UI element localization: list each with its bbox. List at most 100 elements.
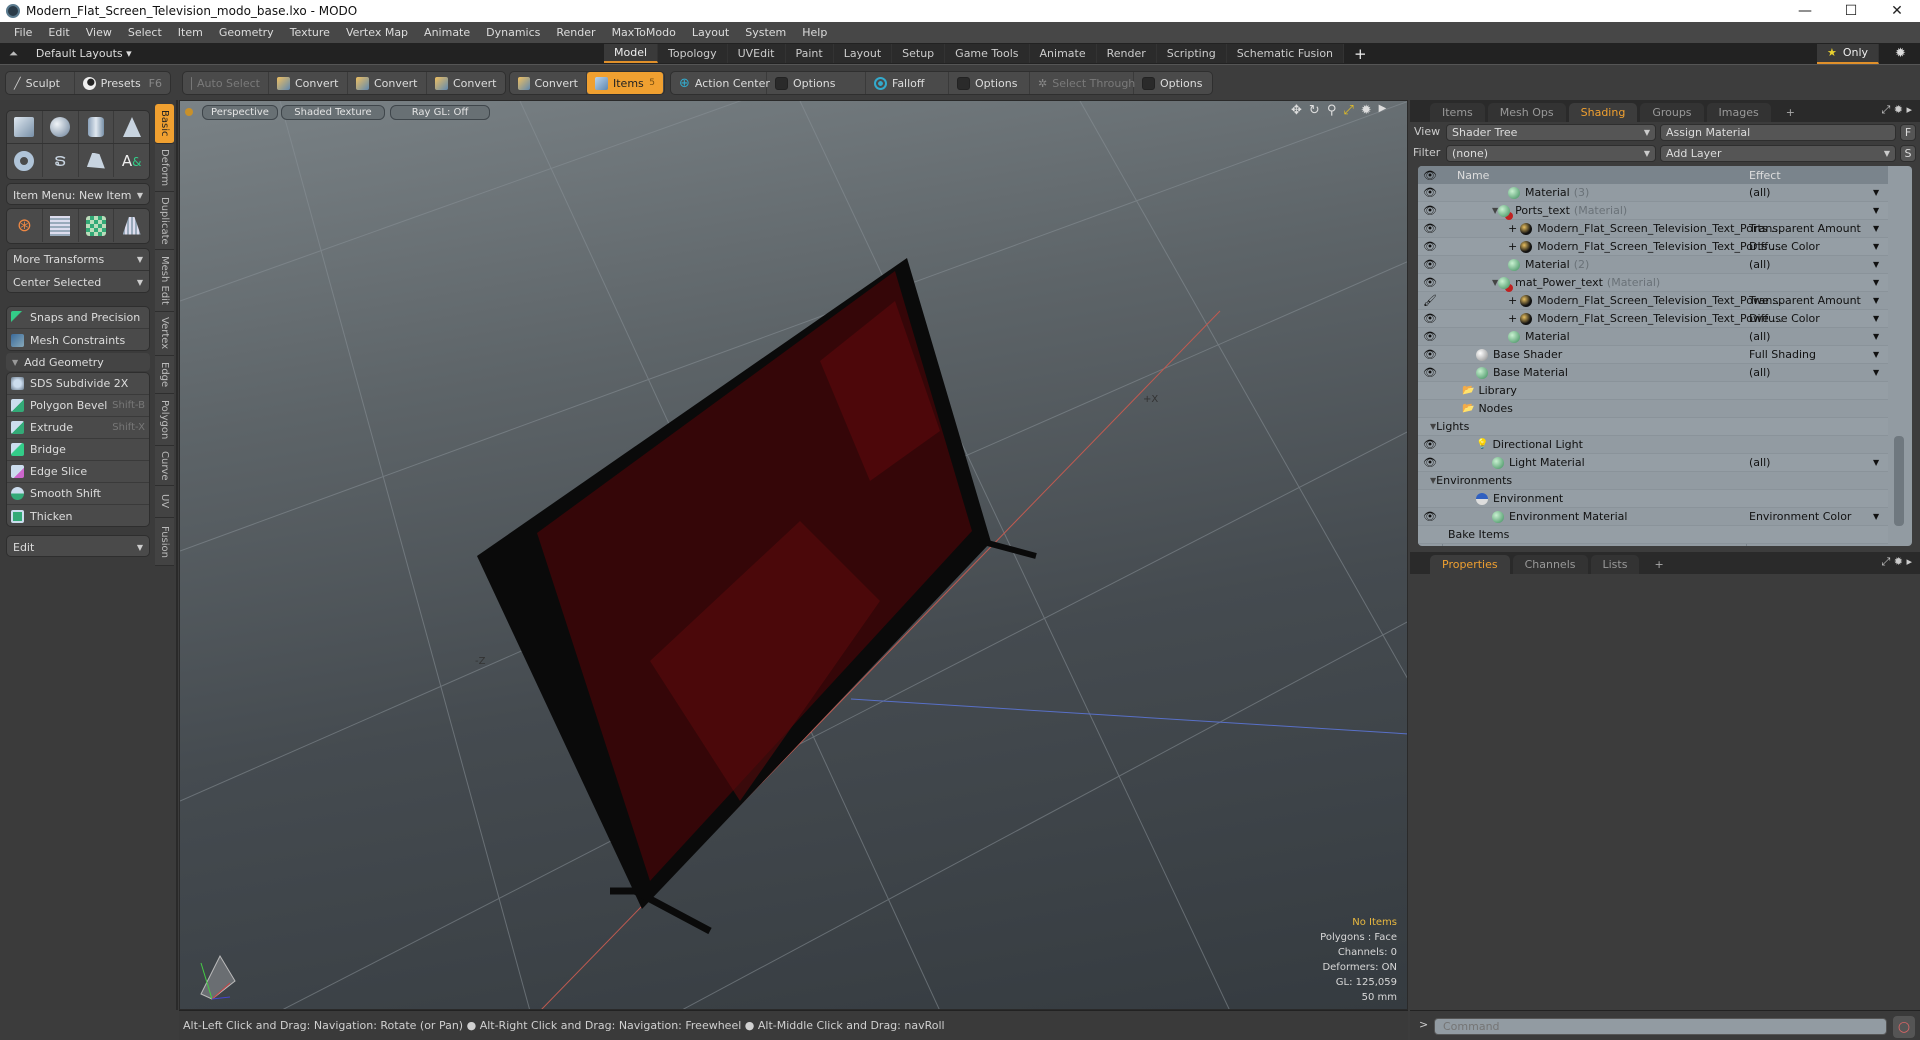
vtab-vertex[interactable]: Vertex [155,312,174,356]
gear-icon[interactable]: ✹ [1895,46,1906,61]
effect-dropdown-icon[interactable]: ▼ [1873,332,1879,341]
view-dropdown[interactable]: Shader Tree ▼ [1446,124,1656,141]
visibility-eye-icon[interactable]: 👁 [1418,348,1442,361]
menu-texture[interactable]: Texture [282,26,338,39]
sculpt-button[interactable]: ╱ Sculpt [6,72,75,94]
tree-item-effect[interactable]: Environment Color [1749,510,1851,523]
visibility-eye-icon[interactable]: 👁 [1418,456,1442,469]
tool-sds-subdivide[interactable]: SDS Subdivide 2X [7,373,149,395]
tab-properties[interactable]: Properties [1430,555,1510,574]
sphere-primitive-button[interactable] [43,111,79,143]
paint-brush-icon[interactable]: 🖌 [1418,294,1442,307]
menu-edit[interactable]: Edit [40,26,77,39]
cone-primitive-button[interactable] [114,111,149,143]
menu-dynamics[interactable]: Dynamics [478,26,548,39]
tree-row[interactable]: 👁 Material (3) (all) ▼ [1418,184,1888,202]
menu-system[interactable]: System [737,26,794,39]
tab-paint[interactable]: Paint [785,44,834,63]
auto-select-button[interactable]: Auto Select [183,72,269,94]
fit-icon[interactable]: ⤢ [1343,103,1353,118]
tab-game-tools[interactable]: Game Tools [945,44,1030,63]
tool-extrude[interactable]: Extrude Shift-X [7,417,149,439]
tree-row[interactable]: 👁 Material (all) ▼ [1418,328,1888,346]
tree-row[interactable]: Environment [1418,490,1888,508]
view-perspective-button[interactable]: Perspective [202,105,278,120]
menu-file[interactable]: File [6,26,40,39]
tab-topology[interactable]: Topology [658,44,728,63]
rotate-icon[interactable]: ↻ [1309,103,1320,118]
visibility-eye-icon[interactable]: 👁 [1418,204,1442,217]
column-name[interactable]: Name [1457,169,1489,182]
effect-dropdown-icon[interactable]: ▼ [1873,260,1879,269]
deform-tool-button[interactable] [43,209,79,242]
tree-row[interactable]: 👁 + Modern_Flat_Screen_Television_Text_Por… [1418,238,1888,256]
vtab-fusion[interactable]: Fusion [155,518,174,566]
tree-row[interactable]: 👁 + Modern_Flat_Screen_Television_Text_Pow… [1418,310,1888,328]
tab-scripting[interactable]: Scripting [1156,44,1227,63]
panel-options-icons[interactable]: ⤢ ✹ ▸ [1881,103,1912,117]
pen-tool-button[interactable] [79,144,115,177]
tab-mesh-ops[interactable]: Mesh Ops [1487,103,1566,122]
convert-polygons-button[interactable]: Convert [427,72,505,94]
effect-dropdown-icon[interactable]: ▼ [1873,278,1879,287]
tree-row[interactable]: 👁 Material (2) (all) ▼ [1418,256,1888,274]
visibility-eye-icon[interactable]: 👁 [1418,222,1442,235]
tree-item-effect[interactable]: (all) [1749,186,1770,199]
effect-dropdown-icon[interactable]: ▼ [1873,188,1879,197]
vtab-curve[interactable]: Curve [155,446,174,486]
select-through-options-button[interactable]: Options [1134,72,1212,94]
menu-render[interactable]: Render [548,26,603,39]
effect-dropdown-icon[interactable]: ▼ [1873,314,1879,323]
tree-item-effect[interactable]: Diffuse Color [1749,312,1820,325]
s-button[interactable]: S [1900,145,1916,162]
item-menu-dropdown[interactable]: Item Menu: New Item ▼ [7,184,149,206]
tree-item-effect[interactable]: (all) [1749,456,1770,469]
expand-plus-icon[interactable]: + [1508,312,1517,325]
mesh-constraints-button[interactable]: Mesh Constraints [7,329,149,351]
vtab-polygon[interactable]: Polygon [155,394,174,446]
tab-lists[interactable]: Lists [1590,555,1640,574]
visibility-eye-icon[interactable]: 👁 [1418,438,1442,451]
snaps-and-precision-button[interactable]: Snaps and Precision [7,307,149,329]
menu-item[interactable]: Item [170,26,211,39]
close-button[interactable]: ✕ [1874,0,1920,22]
vtab-deform[interactable]: Deform [155,144,174,192]
tree-row[interactable]: ▼ Lights [1418,418,1888,436]
convert-edges-button[interactable]: Convert [348,72,427,94]
minimize-button[interactable]: — [1782,0,1828,22]
tree-row[interactable]: 🖌 + Modern_Flat_Screen_Television_Text_Pow… [1418,292,1888,310]
tree-row[interactable]: 👁 Light Material (all) ▼ [1418,454,1888,472]
3d-viewport[interactable]: +X -Z Perspective Shaded Texture Ray GL:… [179,100,1408,1010]
tab-setup[interactable]: Setup [892,44,946,63]
taper-tool-button[interactable] [114,209,149,242]
items-mode-button[interactable]: Items 5 [587,72,663,94]
expand-plus-icon[interactable]: + [1508,222,1517,235]
menu-vertex-map[interactable]: Vertex Map [338,26,416,39]
effect-dropdown-icon[interactable]: ▼ [1873,350,1879,359]
more-transforms-dropdown[interactable]: More Transforms ▼ [7,249,149,271]
menu-animate[interactable]: Animate [416,26,478,39]
menu-select[interactable]: Select [120,26,170,39]
tab-render[interactable]: Render [1096,44,1157,63]
visibility-eye-icon[interactable]: 👁 [1418,510,1442,523]
tree-item-effect[interactable]: Full Shading [1749,348,1816,361]
effect-dropdown-icon[interactable]: ▼ [1873,512,1879,521]
add-tab-button[interactable]: + [1642,555,1675,574]
capsule-primitive-button[interactable]: ຣ [43,144,79,177]
tool-thicken[interactable]: Thicken [7,505,149,527]
tab-animate[interactable]: Animate [1029,44,1097,63]
select-through-button[interactable]: ✲ Select Through [1030,72,1135,94]
pan-icon[interactable]: ✥ [1291,103,1302,118]
visibility-eye-icon[interactable]: 👁 [1418,312,1442,325]
shading-mode-button[interactable]: Shaded Texture [281,105,385,120]
menu-help[interactable]: Help [794,26,835,39]
f-button[interactable]: F [1900,124,1916,141]
tree-row[interactable]: ▼ Environments [1418,472,1888,490]
visibility-eye-icon[interactable]: 👁 [1418,276,1442,289]
tab-items[interactable]: Items [1430,103,1485,122]
torus-primitive-button[interactable] [7,144,43,177]
tab-images[interactable]: Images [1706,103,1771,122]
tree-row[interactable]: 👁 Base Material (all) ▼ [1418,364,1888,382]
expand-arrow-icon[interactable]: ▶ [1379,103,1387,118]
vtab-uv[interactable]: UV [155,486,174,518]
